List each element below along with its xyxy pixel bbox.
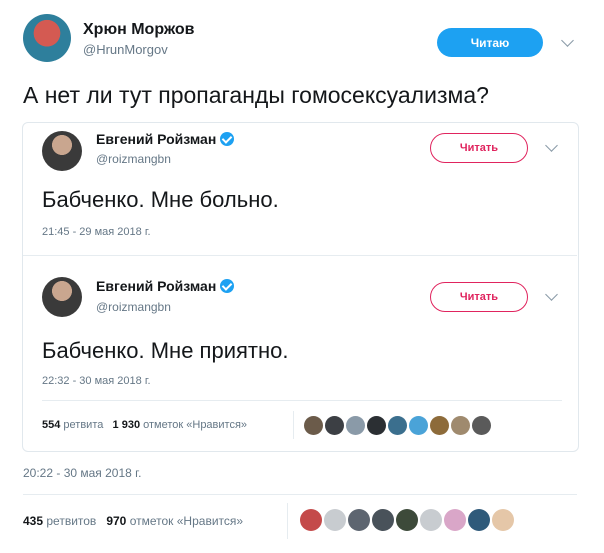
- liker-avatar[interactable]: [468, 509, 490, 531]
- liker-avatar[interactable]: [472, 416, 491, 435]
- retweet-label[interactable]: ретвита: [63, 419, 103, 431]
- chevron-down-icon[interactable]: [561, 34, 574, 47]
- tweet-stats: 435 ретвитов 970 отметок «Нравится»: [23, 514, 243, 528]
- like-count[interactable]: 1 930: [113, 419, 141, 431]
- quoted-stats: 554 ретвита 1 930 отметок «Нравится»: [42, 419, 247, 431]
- quoted-author-handle[interactable]: @roizmangbn: [96, 152, 171, 166]
- retweet-count[interactable]: 435: [23, 514, 43, 528]
- quoted-tweet-text: Бабченко. Мне больно.: [42, 187, 279, 212]
- quoted-author-name-text: Евгений Ройзман: [96, 131, 217, 147]
- liker-avatar[interactable]: [304, 416, 323, 435]
- quoted-author-name[interactable]: Евгений Ройзман: [96, 131, 235, 147]
- liker-avatar[interactable]: [420, 509, 442, 531]
- like-label[interactable]: отметок «Нравится»: [143, 419, 247, 431]
- liker-avatar[interactable]: [367, 416, 386, 435]
- verified-badge-icon: [220, 279, 235, 293]
- divider: [23, 494, 577, 495]
- quoted-author-name-text: Евгений Ройзман: [96, 278, 217, 294]
- liker-avatar[interactable]: [444, 509, 466, 531]
- quoted-tweet-timestamp[interactable]: 21:45 - 29 мая 2018 г.: [42, 226, 151, 238]
- liker-avatar[interactable]: [346, 416, 365, 435]
- liker-avatar[interactable]: [324, 509, 346, 531]
- follow-button[interactable]: Читать: [430, 282, 528, 312]
- retweet-label[interactable]: ретвитов: [46, 514, 96, 528]
- quoted-tweet-text: Бабченко. Мне приятно.: [42, 338, 289, 363]
- divider: [23, 255, 577, 256]
- author-name[interactable]: Хрюн Моржов: [83, 21, 194, 39]
- liker-avatar[interactable]: [396, 509, 418, 531]
- liker-avatar[interactable]: [325, 416, 344, 435]
- verified-badge-icon: [220, 132, 235, 146]
- liker-avatar[interactable]: [430, 416, 449, 435]
- liker-avatar[interactable]: [372, 509, 394, 531]
- tweet-text: А нет ли тут пропаганды гомосексуализма?: [23, 82, 489, 108]
- divider-vertical: [293, 411, 294, 439]
- tweet-timestamp[interactable]: 20:22 - 30 мая 2018 г.: [23, 466, 141, 480]
- divider: [42, 400, 562, 401]
- author-avatar[interactable]: [23, 14, 71, 62]
- like-label[interactable]: отметок «Нравится»: [130, 514, 243, 528]
- liker-avatar[interactable]: [409, 416, 428, 435]
- author-handle[interactable]: @HrunMorgov: [83, 42, 168, 57]
- following-button[interactable]: Читаю: [437, 28, 543, 57]
- liker-avatar[interactable]: [492, 509, 514, 531]
- divider-vertical: [287, 503, 288, 539]
- quoted-author-avatar[interactable]: [42, 131, 82, 171]
- quoted-tweet-timestamp[interactable]: 22:32 - 30 мая 2018 г.: [42, 375, 151, 387]
- liker-avatar[interactable]: [451, 416, 470, 435]
- liker-avatar[interactable]: [388, 416, 407, 435]
- like-count[interactable]: 970: [106, 514, 126, 528]
- liker-avatar[interactable]: [348, 509, 370, 531]
- quoted-author-name[interactable]: Евгений Ройзман: [96, 278, 235, 294]
- quoted-author-handle[interactable]: @roizmangbn: [96, 300, 171, 314]
- quoted-author-avatar[interactable]: [42, 277, 82, 317]
- retweet-count[interactable]: 554: [42, 419, 60, 431]
- likers-avatars[interactable]: [300, 509, 514, 531]
- liker-avatar[interactable]: [300, 509, 322, 531]
- follow-button[interactable]: Читать: [430, 133, 528, 163]
- likers-avatars[interactable]: [304, 416, 491, 435]
